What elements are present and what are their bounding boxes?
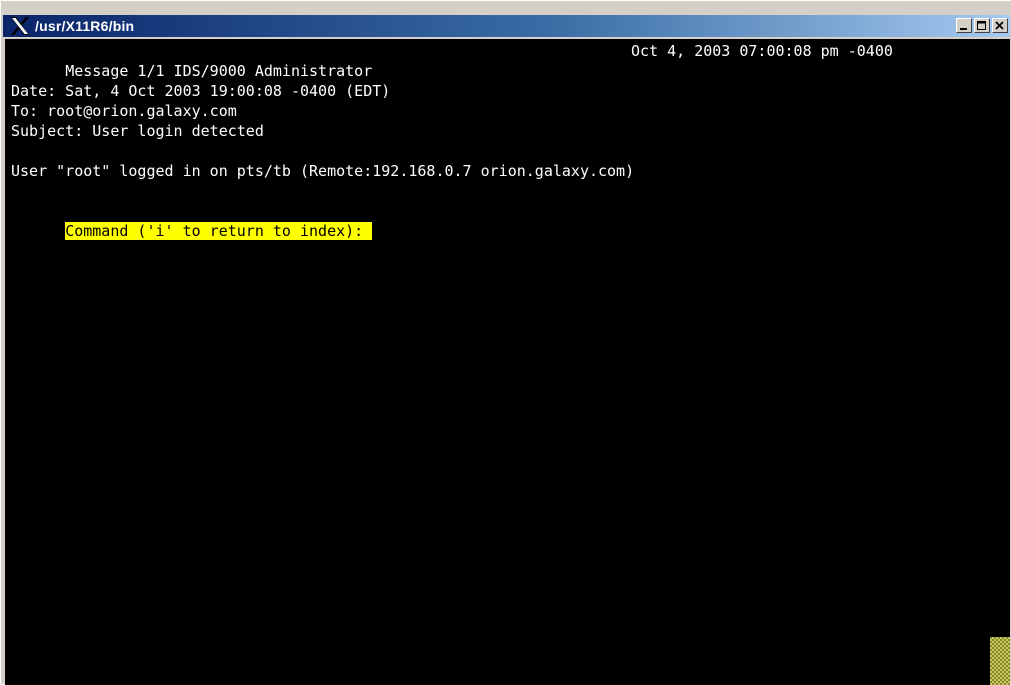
message-header-left: Message 1/1 IDS/9000 Administrator	[65, 62, 373, 80]
message-timestamp: Oct 4, 2003 07:00:08 pm -0400	[631, 42, 893, 60]
message-body-line: User "root" logged in on pts/tb (Remote:…	[11, 162, 635, 180]
command-prompt[interactable]: Command ('i' to return to index):	[65, 222, 373, 240]
date-line: Date: Sat, 4 Oct 2003 19:00:08 -0400 (ED…	[11, 82, 391, 100]
maximize-button[interactable]	[974, 18, 990, 33]
window-controls	[954, 18, 1008, 33]
maximize-icon	[977, 20, 986, 30]
xterm-window: /usr/X11R6/bin Message 1/1 IDS/9000 Admi…	[0, 0, 1011, 685]
message-header: Message 1/1 IDS/9000 Administrator Oct 4…	[11, 41, 1001, 80]
close-button[interactable]	[992, 18, 1008, 33]
title-bar[interactable]: /usr/X11R6/bin	[3, 15, 1010, 37]
window-title: /usr/X11R6/bin	[35, 18, 135, 34]
to-line: To: root@orion.galaxy.com	[11, 102, 237, 120]
close-icon	[995, 20, 1004, 30]
command-prompt-line[interactable]: Command ('i' to return to index):	[11, 201, 373, 240]
minimize-icon	[960, 27, 967, 30]
minimize-button[interactable]	[956, 18, 972, 33]
resize-grip-icon[interactable]	[990, 637, 1010, 685]
subject-line: Subject: User login detected	[11, 122, 264, 140]
x11-logo-icon[interactable]	[7, 15, 33, 37]
terminal-screen[interactable]: Message 1/1 IDS/9000 Administrator Oct 4…	[5, 39, 1010, 685]
